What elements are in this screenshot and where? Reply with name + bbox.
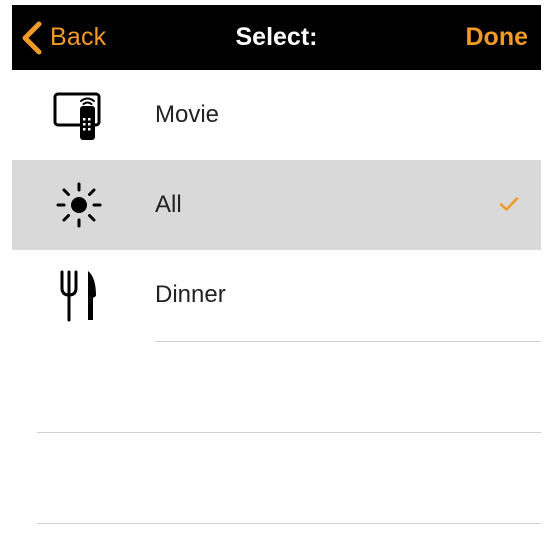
list-item-label: Movie [155, 101, 220, 128]
navigation-bar: Back Select: Done [12, 5, 541, 70]
sun-icon [56, 182, 102, 228]
back-button-label: Back [50, 23, 107, 51]
list-item-label: Dinner [155, 281, 226, 308]
separator-empty-2 [37, 523, 541, 524]
list-item-movie[interactable]: Movie [12, 70, 541, 160]
list-item-all[interactable]: All [12, 160, 541, 250]
back-button[interactable]: Back [20, 5, 106, 70]
option-list: Movie All Dinner [12, 70, 541, 340]
separator-empty-1 [37, 432, 541, 433]
tv-remote-icon [53, 92, 101, 140]
checkmark-icon [499, 197, 519, 211]
done-button[interactable]: Done [466, 5, 529, 70]
fork-knife-icon [60, 270, 96, 322]
separator-dinner [155, 341, 541, 342]
list-item-dinner[interactable]: Dinner [12, 250, 541, 340]
app-screen: Back Select: Done Movie All Dinner [12, 5, 541, 549]
list-item-label: All [155, 191, 182, 218]
chevron-left-icon [22, 21, 42, 54]
